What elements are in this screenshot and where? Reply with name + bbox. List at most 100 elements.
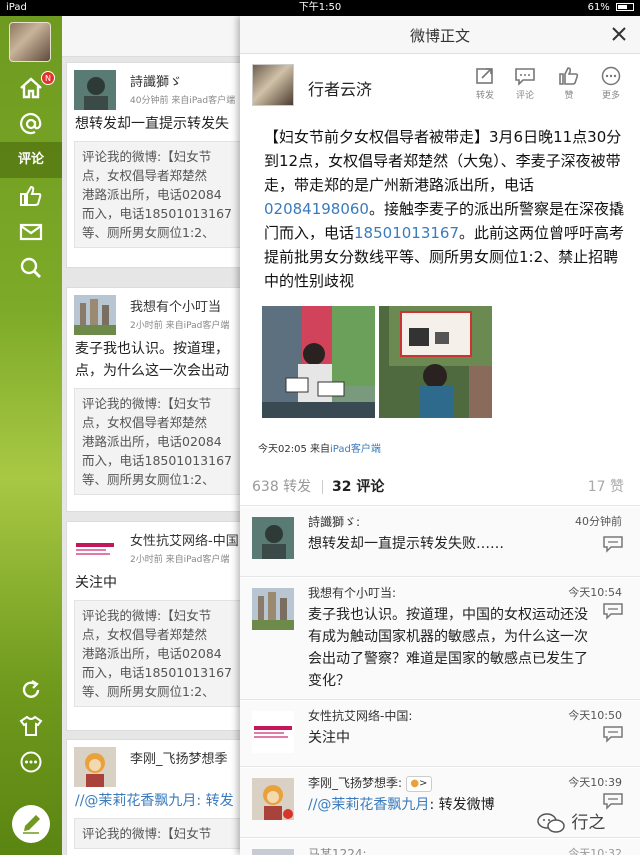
reply-icon[interactable]	[602, 602, 624, 620]
sidebar-item-refresh[interactable]	[0, 672, 62, 708]
comment-time: 今天10:39	[568, 776, 622, 789]
mention-link[interactable]: //@茉莉花香飘九月	[308, 797, 429, 813]
author-name[interactable]: 女性抗艾网络-中国	[130, 530, 239, 549]
comment-text: 想转发却一直提示转发失败……	[308, 536, 504, 552]
author-name[interactable]: 我想有个小叮当	[130, 296, 221, 315]
quoted-post[interactable]: 评论我的微博:【妇女节 点，女权倡导者郑楚然 港路派出所，电话02084 而入，…	[74, 600, 262, 707]
sidebar-item-messages[interactable]	[0, 214, 62, 250]
sidebar-item-home[interactable]: N	[0, 70, 62, 106]
comment-item[interactable]: 马某1224: 今天10:32	[240, 839, 640, 855]
list-item[interactable]: 詩讖獅ゞ 40分钟前 来自iPad客户端 想转发却一直提示转发失 评论我的微博:…	[66, 62, 262, 268]
comment-author[interactable]: 我想有个小叮当:	[308, 584, 396, 601]
author-name[interactable]: 詩讖獅ゞ	[130, 71, 182, 90]
wechat-icon	[537, 813, 565, 833]
list-item[interactable]: 李刚_飞扬梦想季 //@茉莉花香飘九月: 转发 评论我的微博:【妇女节	[66, 739, 262, 855]
comment-body: : 转发微博	[429, 797, 495, 813]
post-text: 关注中	[75, 575, 117, 591]
comment-item[interactable]: 我想有个小叮当: 今天10:54 麦子我也认识。按道理，中国的女权运动还没有成为…	[240, 578, 640, 700]
list-item[interactable]: 女性抗艾网络-中国 2小时前 来自iPad客户端 关注中 评论我的微博:【妇女节…	[66, 521, 262, 731]
tab-reposts[interactable]: 638 转发	[252, 476, 311, 496]
post-source[interactable]: iPad客户端	[330, 444, 381, 455]
comment-author-name: 李刚_飞扬梦想季:	[308, 776, 403, 790]
phone-link[interactable]: 18501013167	[354, 224, 459, 242]
comment-time: 今天10:54	[568, 586, 622, 599]
phone-link[interactable]: 02084198060	[264, 200, 369, 218]
comment-item[interactable]: 詩讖獅ゞ: 40分钟前 想转发却一直提示转发失败……	[240, 507, 640, 577]
sidebar-item-more[interactable]	[0, 744, 62, 780]
like-icon	[559, 67, 579, 85]
like-label: 赞	[564, 91, 574, 101]
repost-icon	[476, 68, 493, 84]
sidebar-item-search[interactable]	[0, 250, 62, 286]
avatar[interactable]	[252, 517, 294, 559]
tab-comments[interactable]: 32 评论	[332, 476, 384, 496]
timeline-header	[62, 16, 262, 57]
sidebar: N 评论	[0, 16, 62, 855]
comment-text: 关注中	[308, 730, 350, 746]
repost-button[interactable]: 转发	[468, 66, 502, 101]
more-button[interactable]: 更多	[594, 66, 628, 101]
quoted-post[interactable]: 评论我的微博:【妇女节	[74, 818, 262, 849]
chip-arrow: >	[419, 777, 428, 789]
tab-likes[interactable]: 17 赞	[588, 476, 624, 496]
compose-button[interactable]	[12, 805, 50, 843]
watermark-text: 行之	[571, 813, 606, 833]
search-icon	[20, 257, 41, 278]
avatar	[74, 70, 116, 110]
status-bar: iPad 下午1:50 61%	[0, 0, 640, 16]
comment-author[interactable]: 女性抗艾网络-中国:	[308, 707, 412, 724]
avatar	[74, 295, 116, 335]
close-icon[interactable]	[608, 23, 630, 45]
comment-button[interactable]: 评论	[508, 66, 542, 101]
author-name[interactable]: 行者云济	[308, 76, 372, 100]
panel-header: 微博正文	[240, 16, 640, 54]
at-icon	[20, 112, 42, 135]
avatar[interactable]	[252, 778, 294, 820]
post-meta: 2小时前 来自iPad客户端	[130, 555, 230, 565]
post-meta: 今天02:05 来自iPad客户端	[258, 440, 381, 455]
comment-author[interactable]: 詩讖獅ゞ:	[308, 513, 360, 530]
comment-item[interactable]: 女性抗艾网络-中国: 今天10:50 关注中	[240, 701, 640, 767]
watermark: 行之	[536, 808, 605, 834]
sidebar-item-theme[interactable]	[0, 708, 62, 744]
more-icon	[601, 66, 621, 86]
sidebar-item-label: 评论	[17, 152, 44, 167]
author-name[interactable]: 李刚_飞扬梦想季	[130, 748, 228, 767]
quoted-post[interactable]: 评论我的微博:【妇女节 点，女权倡导者郑楚然 港路派出所，电话02084 而入，…	[74, 141, 262, 248]
list-item[interactable]: 我想有个小叮当 2小时前 来自iPad客户端 麦子我也认识。按道理， 点，为什么…	[66, 287, 262, 512]
sidebar-item-likes[interactable]	[0, 178, 62, 214]
post-text: 麦子我也认识。按道理， 点，为什么这一次会出动	[75, 341, 229, 379]
post-photo[interactable]	[379, 306, 492, 418]
post-detail-panel: 微博正文 行者云济 转发 评论 赞 更多 【妇女节前夕女权倡导者被带走】3月6日…	[240, 16, 640, 855]
comment-icon	[515, 68, 535, 86]
comment-author[interactable]: 李刚_飞扬梦想季: ●>	[308, 774, 432, 792]
reply-icon[interactable]	[602, 725, 624, 743]
reply-icon[interactable]	[602, 535, 624, 553]
sidebar-item-comments[interactable]: 评论	[0, 142, 62, 178]
home-icon	[20, 77, 42, 99]
repost-label: 转发	[475, 91, 494, 101]
shirt-icon	[19, 715, 43, 736]
notification-badge: N	[41, 71, 55, 85]
emoji-chip[interactable]: ●>	[405, 775, 432, 792]
avatar[interactable]	[252, 588, 294, 630]
avatar[interactable]	[252, 64, 294, 106]
sidebar-item-mentions[interactable]	[0, 106, 62, 142]
mail-icon	[19, 223, 43, 241]
comment-author[interactable]: 马某1224:	[308, 845, 367, 855]
status-time: 下午1:50	[298, 2, 342, 13]
post-text[interactable]: //@茉莉花香飘九月: 转发	[67, 790, 262, 812]
more-icon	[20, 751, 42, 773]
comment-time: 40分钟前	[575, 515, 622, 528]
comment-time: 今天10:32	[568, 847, 622, 855]
battery-percent: 61%	[587, 2, 610, 13]
quoted-post[interactable]: 评论我的微博:【妇女节 点，女权倡导者郑楚然 港路派出所，电话02084 而入，…	[74, 388, 262, 495]
like-button[interactable]: 赞	[552, 66, 586, 101]
user-avatar[interactable]	[9, 22, 51, 62]
post-photo[interactable]	[262, 306, 375, 418]
avatar[interactable]	[252, 849, 294, 855]
avatar	[74, 529, 116, 569]
avatar[interactable]	[252, 711, 294, 753]
comment-text: 麦子我也认识。按道理，中国的女权运动还没有成为触动国家机器的敏感点，为什么这一次…	[308, 607, 588, 689]
thumbs-up-icon	[20, 185, 42, 206]
